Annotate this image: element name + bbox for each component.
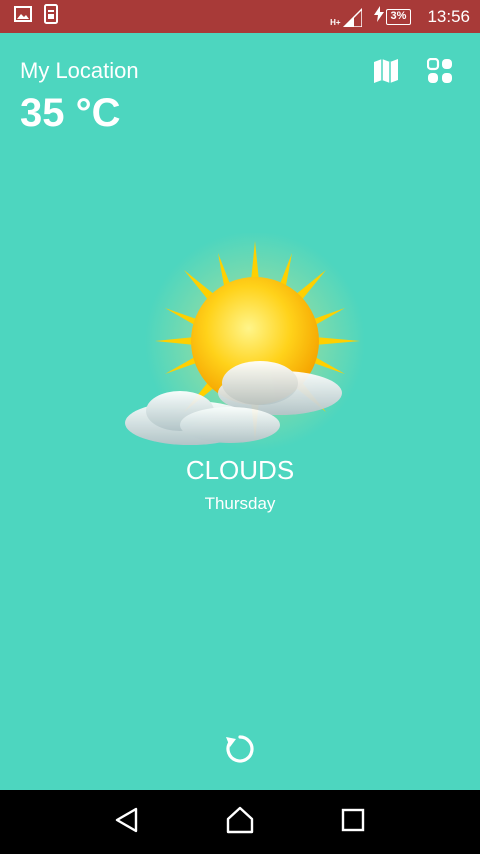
grid-button[interactable] xyxy=(426,57,454,89)
home-button[interactable] xyxy=(222,804,258,840)
map-icon xyxy=(373,58,399,89)
map-button[interactable] xyxy=(372,58,400,89)
status-bar: H+ 3% 13:56 xyxy=(0,0,480,33)
navigation-bar xyxy=(0,790,480,854)
network-type: H+ xyxy=(330,17,341,27)
temperature-value: 35 °C xyxy=(20,91,121,135)
image-notification-icon xyxy=(14,6,32,27)
recents-button[interactable] xyxy=(335,804,371,840)
signal-icon: H+ xyxy=(330,7,362,27)
back-button[interactable] xyxy=(109,804,145,840)
charging-icon xyxy=(373,6,384,27)
location-label: My Location xyxy=(20,58,139,83)
weather-day: Thursday xyxy=(204,494,276,513)
system-indicators: H+ 3% 13:56 xyxy=(330,6,470,27)
battery-icon: 3% xyxy=(385,8,412,25)
notification-icons xyxy=(14,4,58,29)
clock: 13:56 xyxy=(427,6,470,26)
home-icon xyxy=(225,806,255,839)
grid-icon xyxy=(426,57,453,89)
sim-notification-icon xyxy=(44,4,58,29)
back-icon xyxy=(114,807,140,838)
weather-screen: My Location 35 °C CLOUDS Thursday xyxy=(0,33,480,790)
refresh-icon xyxy=(224,735,256,769)
refresh-button[interactable] xyxy=(224,733,256,765)
toolbar-actions xyxy=(372,57,454,89)
battery-indicator: 3% xyxy=(373,6,412,27)
weather-condition: CLOUDS xyxy=(185,455,295,485)
sun-behind-clouds-icon xyxy=(120,231,370,463)
recents-icon xyxy=(341,808,365,837)
